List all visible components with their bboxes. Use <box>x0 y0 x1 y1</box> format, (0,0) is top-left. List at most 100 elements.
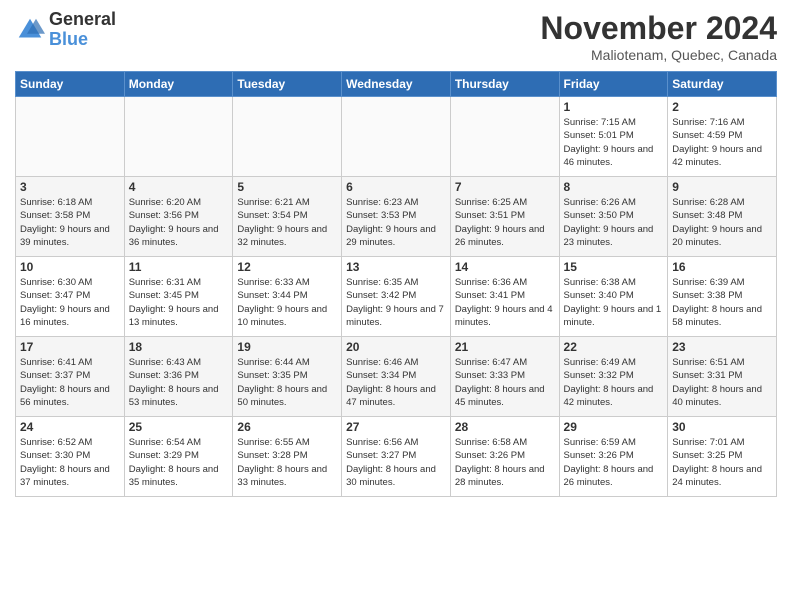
day-cell <box>450 97 559 177</box>
day-number: 25 <box>129 420 229 434</box>
day-info: Sunrise: 6:46 AM Sunset: 3:34 PM Dayligh… <box>346 356 446 409</box>
day-info: Sunrise: 6:38 AM Sunset: 3:40 PM Dayligh… <box>564 276 664 329</box>
day-info: Sunrise: 6:52 AM Sunset: 3:30 PM Dayligh… <box>20 436 120 489</box>
logo-icon <box>15 15 45 45</box>
day-info: Sunrise: 6:28 AM Sunset: 3:48 PM Dayligh… <box>672 196 772 249</box>
day-info: Sunrise: 6:43 AM Sunset: 3:36 PM Dayligh… <box>129 356 229 409</box>
day-number: 5 <box>237 180 337 194</box>
day-cell: 2Sunrise: 7:16 AM Sunset: 4:59 PM Daylig… <box>668 97 777 177</box>
title-block: November 2024 Maliotenam, Quebec, Canada <box>540 10 777 63</box>
day-number: 12 <box>237 260 337 274</box>
day-number: 16 <box>672 260 772 274</box>
col-header-monday: Monday <box>124 72 233 97</box>
col-header-friday: Friday <box>559 72 668 97</box>
day-cell: 26 Sunrise: 6:55 AM Sunset: 3:28 PM Dayli… <box>233 417 342 497</box>
week-row-5: 24 Sunrise: 6:52 AM Sunset: 3:30 PM Dayli… <box>16 417 777 497</box>
calendar-table: SundayMondayTuesdayWednesdayThursdayFrid… <box>15 71 777 497</box>
day-number: 24 <box>20 420 120 434</box>
col-header-wednesday: Wednesday <box>342 72 451 97</box>
day-info: Sunrise: 6:55 AM Sunset: 3:28 PM Dayligh… <box>237 436 337 489</box>
day-cell: 17 Sunrise: 6:41 AM Sunset: 3:37 PM Dayli… <box>16 337 125 417</box>
day-info: Sunrise: 6:36 AM Sunset: 3:41 PM Dayligh… <box>455 276 555 329</box>
day-info: Sunrise: 6:56 AM Sunset: 3:27 PM Dayligh… <box>346 436 446 489</box>
day-cell: 3 Sunrise: 6:18 AM Sunset: 3:58 PM Daylig… <box>16 177 125 257</box>
day-number: 17 <box>20 340 120 354</box>
day-number: 28 <box>455 420 555 434</box>
col-header-tuesday: Tuesday <box>233 72 342 97</box>
day-cell: 4 Sunrise: 6:20 AM Sunset: 3:56 PM Daylig… <box>124 177 233 257</box>
day-info: Sunrise: 6:41 AM Sunset: 3:37 PM Dayligh… <box>20 356 120 409</box>
day-cell: 5 Sunrise: 6:21 AM Sunset: 3:54 PM Daylig… <box>233 177 342 257</box>
day-info: Sunrise: 7:16 AM Sunset: 4:59 PM Dayligh… <box>672 116 772 169</box>
day-cell: 6 Sunrise: 6:23 AM Sunset: 3:53 PM Daylig… <box>342 177 451 257</box>
day-info: Sunrise: 6:59 AM Sunset: 3:26 PM Dayligh… <box>564 436 664 489</box>
day-cell: 8Sunrise: 6:26 AM Sunset: 3:50 PM Daylig… <box>559 177 668 257</box>
day-info: Sunrise: 6:54 AM Sunset: 3:29 PM Dayligh… <box>129 436 229 489</box>
day-info: Sunrise: 6:20 AM Sunset: 3:56 PM Dayligh… <box>129 196 229 249</box>
logo-text: General Blue <box>49 10 116 50</box>
day-number: 27 <box>346 420 446 434</box>
day-number: 6 <box>346 180 446 194</box>
col-header-saturday: Saturday <box>668 72 777 97</box>
day-number: 30 <box>672 420 772 434</box>
logo-line1: General <box>49 10 116 30</box>
day-cell: 18Sunrise: 6:43 AM Sunset: 3:36 PM Dayli… <box>124 337 233 417</box>
day-number: 1 <box>564 100 664 114</box>
day-number: 13 <box>346 260 446 274</box>
day-cell: 28Sunrise: 6:58 AM Sunset: 3:26 PM Dayli… <box>450 417 559 497</box>
day-number: 22 <box>564 340 664 354</box>
day-cell: 30Sunrise: 7:01 AM Sunset: 3:25 PM Dayli… <box>668 417 777 497</box>
day-info: Sunrise: 6:23 AM Sunset: 3:53 PM Dayligh… <box>346 196 446 249</box>
day-number: 3 <box>20 180 120 194</box>
day-cell <box>342 97 451 177</box>
day-cell: 13 Sunrise: 6:35 AM Sunset: 3:42 PM Dayli… <box>342 257 451 337</box>
day-cell: 9 Sunrise: 6:28 AM Sunset: 3:48 PM Daylig… <box>668 177 777 257</box>
day-number: 9 <box>672 180 772 194</box>
week-row-3: 10 Sunrise: 6:30 AM Sunset: 3:47 PM Dayli… <box>16 257 777 337</box>
day-number: 20 <box>346 340 446 354</box>
logo: General Blue <box>15 10 116 50</box>
day-info: Sunrise: 6:33 AM Sunset: 3:44 PM Dayligh… <box>237 276 337 329</box>
month-title: November 2024 <box>540 10 777 47</box>
col-header-sunday: Sunday <box>16 72 125 97</box>
day-info: Sunrise: 6:26 AM Sunset: 3:50 PM Dayligh… <box>564 196 664 249</box>
calendar-header-row: SundayMondayTuesdayWednesdayThursdayFrid… <box>16 72 777 97</box>
day-info: Sunrise: 6:39 AM Sunset: 3:38 PM Dayligh… <box>672 276 772 329</box>
col-header-thursday: Thursday <box>450 72 559 97</box>
day-number: 19 <box>237 340 337 354</box>
day-cell: 10 Sunrise: 6:30 AM Sunset: 3:47 PM Dayli… <box>16 257 125 337</box>
day-info: Sunrise: 6:44 AM Sunset: 3:35 PM Dayligh… <box>237 356 337 409</box>
day-number: 4 <box>129 180 229 194</box>
day-number: 21 <box>455 340 555 354</box>
day-number: 23 <box>672 340 772 354</box>
day-cell: 15Sunrise: 6:38 AM Sunset: 3:40 PM Dayli… <box>559 257 668 337</box>
day-number: 10 <box>20 260 120 274</box>
day-number: 14 <box>455 260 555 274</box>
day-info: Sunrise: 6:35 AM Sunset: 3:42 PM Dayligh… <box>346 276 446 329</box>
day-info: Sunrise: 6:51 AM Sunset: 3:31 PM Dayligh… <box>672 356 772 409</box>
day-info: Sunrise: 6:30 AM Sunset: 3:47 PM Dayligh… <box>20 276 120 329</box>
day-info: Sunrise: 6:25 AM Sunset: 3:51 PM Dayligh… <box>455 196 555 249</box>
day-cell <box>233 97 342 177</box>
day-cell: 16 Sunrise: 6:39 AM Sunset: 3:38 PM Dayli… <box>668 257 777 337</box>
day-info: Sunrise: 7:15 AM Sunset: 5:01 PM Dayligh… <box>564 116 664 169</box>
day-number: 29 <box>564 420 664 434</box>
day-cell: 19 Sunrise: 6:44 AM Sunset: 3:35 PM Dayli… <box>233 337 342 417</box>
day-cell <box>16 97 125 177</box>
day-cell: 20 Sunrise: 6:46 AM Sunset: 3:34 PM Dayli… <box>342 337 451 417</box>
day-cell: 23 Sunrise: 6:51 AM Sunset: 3:31 PM Dayli… <box>668 337 777 417</box>
day-info: Sunrise: 6:21 AM Sunset: 3:54 PM Dayligh… <box>237 196 337 249</box>
day-info: Sunrise: 6:18 AM Sunset: 3:58 PM Dayligh… <box>20 196 120 249</box>
day-number: 11 <box>129 260 229 274</box>
day-cell: 22Sunrise: 6:49 AM Sunset: 3:32 PM Dayli… <box>559 337 668 417</box>
day-cell: 14 Sunrise: 6:36 AM Sunset: 3:41 PM Dayli… <box>450 257 559 337</box>
day-info: Sunrise: 6:31 AM Sunset: 3:45 PM Dayligh… <box>129 276 229 329</box>
page-container: General Blue November 2024 Maliotenam, Q… <box>0 0 792 507</box>
day-cell: 12 Sunrise: 6:33 AM Sunset: 3:44 PM Dayli… <box>233 257 342 337</box>
day-number: 26 <box>237 420 337 434</box>
location-subtitle: Maliotenam, Quebec, Canada <box>540 47 777 63</box>
day-cell: 24 Sunrise: 6:52 AM Sunset: 3:30 PM Dayli… <box>16 417 125 497</box>
day-cell <box>124 97 233 177</box>
day-cell: 11 Sunrise: 6:31 AM Sunset: 3:45 PM Dayli… <box>124 257 233 337</box>
day-number: 7 <box>455 180 555 194</box>
